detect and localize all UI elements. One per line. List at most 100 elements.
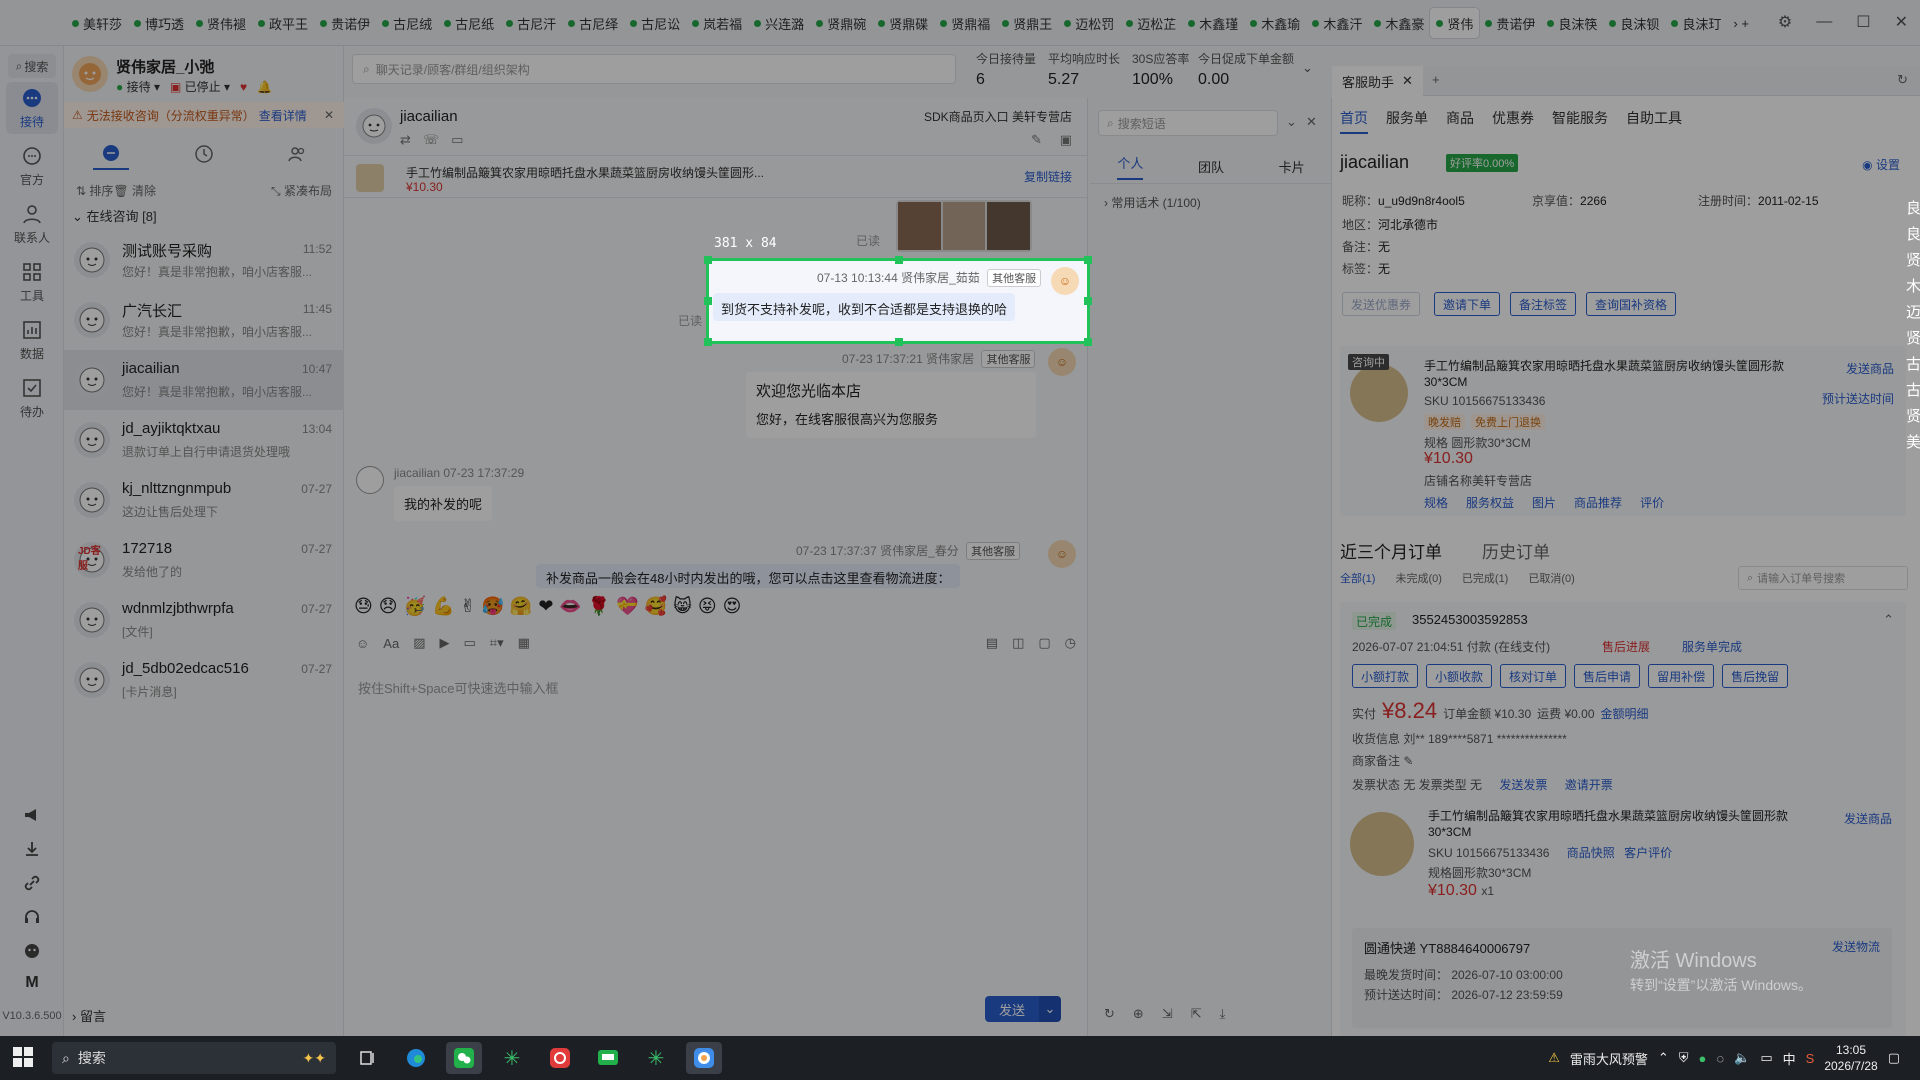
shop-tab[interactable]: 美轩莎	[66, 8, 128, 38]
nav-product[interactable]: 商品	[1446, 108, 1474, 134]
phrase-group[interactable]: › 常用话术 (1/100)	[1104, 194, 1201, 211]
add-tab-icon[interactable]: +	[1432, 72, 1440, 87]
app-star-icon[interactable]: ✳	[494, 1042, 530, 1074]
wechat-tray-icon[interactable]: ●	[1699, 1051, 1707, 1066]
emoji-icon[interactable]: ☺	[356, 636, 369, 651]
close-icon[interactable]: ✕	[1306, 114, 1317, 130]
order-icon[interactable]: ▤	[986, 635, 998, 651]
tab-colleagues[interactable]	[279, 138, 315, 170]
shop-tab[interactable]: 贤伟褪	[190, 8, 252, 38]
tab-history-orders[interactable]: 历史订单	[1482, 538, 1550, 563]
m-logo-icon[interactable]: M	[0, 974, 64, 992]
send-options-chevron-icon[interactable]: ⌄	[1039, 996, 1061, 1022]
taskbar-search[interactable]: ⌕ 搜索 ✦✦	[52, 1042, 336, 1074]
filter-all[interactable]: 全部(1)	[1340, 570, 1375, 586]
collapse-icon[interactable]: ⌃	[1883, 612, 1894, 628]
emoji-button[interactable]: ✌	[460, 596, 475, 617]
chevron-up-icon[interactable]: ⌃	[1658, 1050, 1669, 1066]
notification-icon[interactable]: ▢	[1888, 1050, 1900, 1066]
send-coupon-button[interactable]: 发送优惠券	[1342, 292, 1421, 316]
ime-indicator[interactable]: 中	[1783, 1049, 1796, 1068]
sogou-icon[interactable]: S	[1806, 1051, 1815, 1066]
folder-icon[interactable]: ▭	[463, 635, 475, 651]
send-logistics-button[interactable]: 发送物流	[1832, 938, 1880, 955]
history-icon[interactable]: ◷	[1065, 635, 1076, 651]
sort-button[interactable]: ⇅ 排序	[76, 182, 113, 199]
calculator-icon[interactable]: ▦	[518, 635, 530, 651]
edge-icon[interactable]	[398, 1042, 434, 1074]
nav-home[interactable]: 首页	[1340, 108, 1368, 134]
emoji-button[interactable]: 🥰	[645, 596, 667, 617]
edit-icon[interactable]: ✎	[1403, 754, 1413, 768]
product-title[interactable]: 手工竹编制品簸箕农家用晾晒托盘水果蔬菜篮厨房收纳馒头筐圆形款30*3CM	[1424, 358, 1794, 390]
tab-card[interactable]: 卡片	[1279, 157, 1305, 176]
edit-icon[interactable]: ✎	[1031, 132, 1042, 148]
emoji-button[interactable]: 😝	[698, 596, 717, 617]
maximize-icon[interactable]: ☐	[1856, 12, 1870, 32]
add-icon[interactable]: ⊕	[1133, 1006, 1144, 1022]
resize-handle[interactable]	[895, 338, 903, 346]
copy-link-button[interactable]: 复制链接	[1024, 168, 1072, 185]
clock[interactable]: 13:05 2026/7/28	[1824, 1042, 1877, 1074]
link-recommend[interactable]: 商品推荐	[1574, 494, 1622, 511]
small-payout-button[interactable]: 小额打款	[1352, 664, 1419, 688]
verify-order-button[interactable]: 核对订单	[1500, 664, 1567, 688]
bell-icon[interactable]: 🔔	[257, 80, 272, 94]
shop-tab[interactable]: 迈松芷	[1120, 8, 1182, 38]
nav-self-tools[interactable]: 自助工具	[1626, 108, 1682, 134]
leave-message-section[interactable]: › 留言	[72, 1006, 106, 1025]
subsidy-check-button[interactable]: 查询国补资格	[1586, 292, 1677, 316]
rail-item-tools[interactable]: 工具	[6, 256, 58, 308]
download-icon[interactable]: ⤓	[1220, 1006, 1226, 1022]
link-icon[interactable]	[0, 874, 64, 892]
send-order-item-button[interactable]: 发送商品	[1844, 810, 1892, 827]
shop-tab[interactable]: 良沫钡	[1603, 8, 1665, 38]
emoji-button[interactable]: 😸	[673, 596, 692, 617]
emoji-button[interactable]: 💪	[432, 596, 454, 617]
settings-link[interactable]: ◉ 设置	[1862, 156, 1900, 173]
shield-icon[interactable]: ⛨	[1679, 1050, 1689, 1066]
link-reviews[interactable]: 评价	[1640, 494, 1664, 511]
conversation-item[interactable]: 测试账号采购 您好！真是非常抱歉，咱小店客服... 11:52	[64, 230, 344, 290]
warning-detail-link[interactable]: 查看详情	[259, 107, 307, 124]
minimize-icon[interactable]: —	[1816, 13, 1832, 31]
tab-team[interactable]: 团队	[1198, 157, 1224, 176]
shop-tab[interactable]: 木鑫豪	[1368, 8, 1430, 38]
shop-tab[interactable]: 贤鼎碗	[810, 8, 872, 38]
product-image-strip[interactable]	[896, 200, 1032, 252]
compact-layout-button[interactable]: ⤡ 紧凑布局	[271, 182, 332, 199]
amount-detail-link[interactable]: 金额明细	[1601, 705, 1649, 722]
rail-item-official[interactable]: 官方	[6, 140, 58, 192]
emoji-button[interactable]: ❤	[538, 596, 553, 617]
link-spec[interactable]: 规格	[1424, 494, 1448, 511]
stats-expand-icon[interactable]: ⌄	[1302, 60, 1313, 76]
rail-item-reception[interactable]: 接待	[6, 82, 58, 134]
robot-icon[interactable]	[0, 942, 64, 960]
bag-icon[interactable]: ▣	[1060, 132, 1072, 148]
emoji-button[interactable]: 👄	[559, 596, 581, 617]
link-service[interactable]: 服务权益	[1466, 494, 1514, 511]
resize-handle[interactable]	[704, 256, 712, 264]
shop-tab[interactable]: 岚若福	[686, 8, 748, 38]
shop-tab[interactable]: 良沫玎	[1665, 8, 1727, 38]
shop-tab[interactable]: 贤鼎福	[934, 8, 996, 38]
app-star2-icon[interactable]: ✳	[638, 1042, 674, 1074]
status-stop-toggle[interactable]: ▣ 已停止 ▾	[170, 78, 230, 95]
comment-icon[interactable]: ▢	[1038, 635, 1050, 651]
shop-tab[interactable]: 贤伟	[1430, 8, 1480, 38]
customer-avatar[interactable]	[356, 108, 392, 144]
tab-personal[interactable]: 个人	[1117, 153, 1144, 180]
invite-order-button[interactable]: 邀请下单	[1434, 292, 1501, 316]
rail-item-data[interactable]: 数据	[6, 314, 58, 366]
shop-tab[interactable]: 贤鼎王	[996, 8, 1058, 38]
clear-button[interactable]: 🗑 清除	[113, 182, 156, 199]
order-item-title[interactable]: 手工竹编制品簸箕农家用晾晒托盘水果蔬菜篮厨房收纳馒头筐圆形款30*3CM	[1428, 808, 1798, 840]
emoji-button[interactable]: 🤗	[510, 596, 532, 617]
tab-overflow-icon[interactable]: › +	[1727, 8, 1755, 38]
filter-unfinished[interactable]: 未完成(0)	[1395, 570, 1441, 586]
tab-assistant[interactable]: 客服助手 ✕	[1332, 66, 1423, 96]
conversation-item[interactable]: kj_nlttzngnmpub 这边让售后处理下 07-27	[64, 470, 344, 530]
filter-finished[interactable]: 已完成(1)	[1462, 570, 1508, 586]
note-icon[interactable]: ▭	[451, 132, 463, 148]
shop-tab[interactable]: 古尼讼	[624, 8, 686, 38]
